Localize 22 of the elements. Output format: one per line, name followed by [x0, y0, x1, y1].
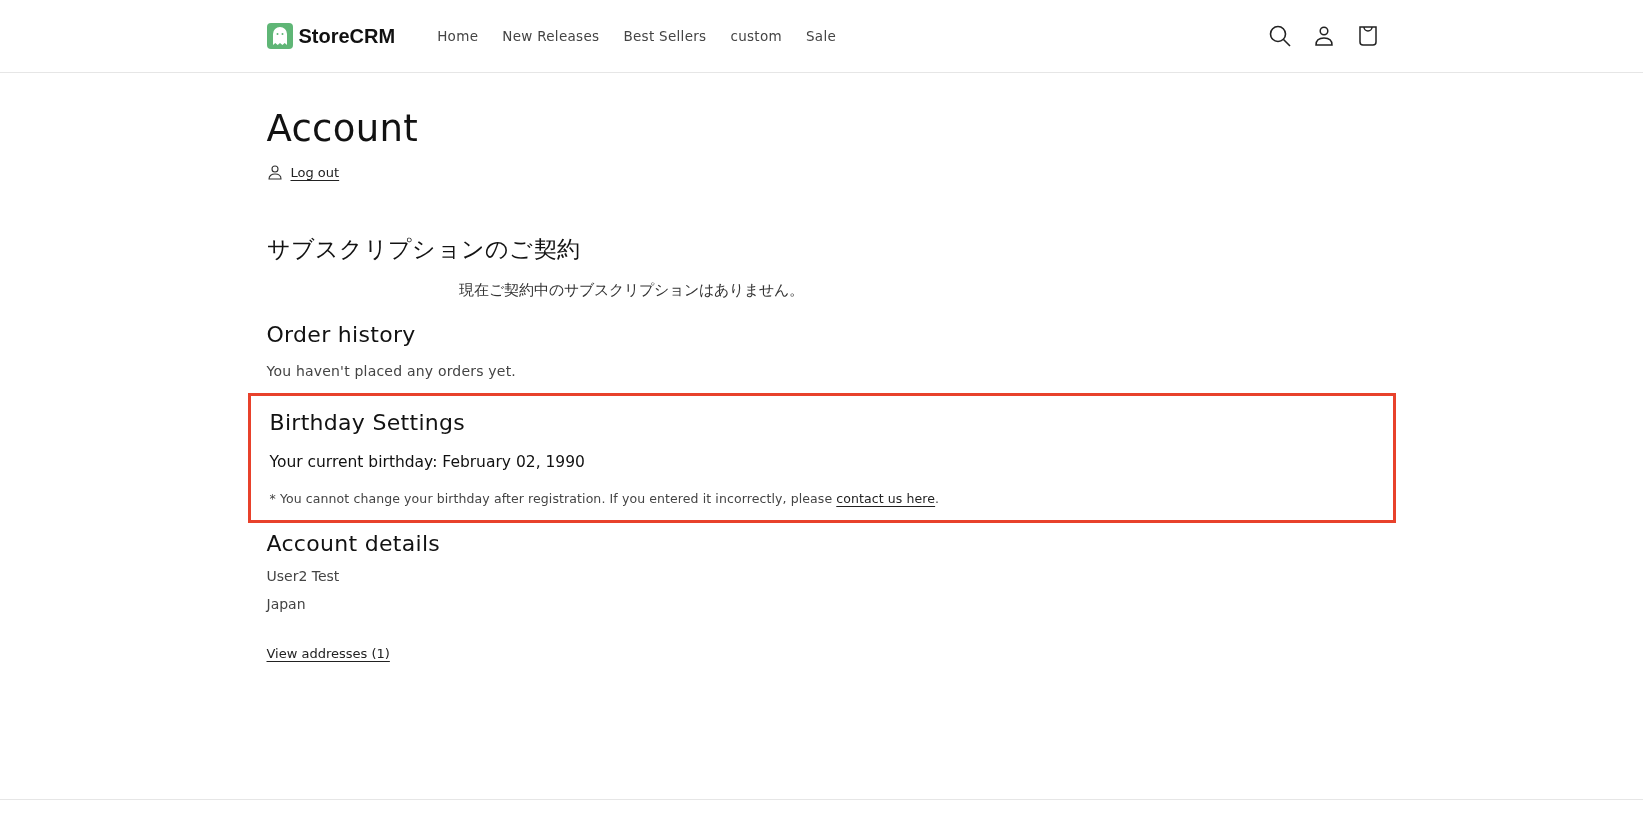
contact-link[interactable]: contact us here: [836, 491, 936, 506]
nav-link[interactable]: Home: [425, 20, 491, 52]
logout-link[interactable]: Log out: [290, 164, 340, 180]
nav-link[interactable]: custom: [718, 20, 794, 52]
section-heading: サブスクリプションのご契約: [266, 235, 582, 264]
section-heading: Order history: [266, 322, 417, 347]
detail-text: Japan: [266, 596, 307, 612]
nav-link[interactable]: New Releases: [490, 20, 612, 52]
page-title: Account: [266, 107, 419, 150]
user-icon: [266, 164, 283, 180]
section-heading: Account details: [266, 531, 442, 556]
empty-message: You haven't placed any orders yet.: [266, 363, 517, 379]
addresses-link[interactable]: View addresses (1): [266, 646, 390, 661]
nav-link[interactable]: Best Sellers: [611, 20, 719, 52]
birthday-text: Your current birthday: February 02, 1990: [269, 453, 586, 471]
empty-message: 現在ご契約中のサブスクリプションはありません。: [459, 281, 804, 299]
detail-text: User2 Test: [266, 568, 341, 584]
note-text: * You cannot change your birthday after registration. If you entered it incorrectly, please contact us here.: [269, 491, 941, 506]
nav-link[interactable]: Sale: [793, 20, 849, 52]
section-heading: Birthday Settings: [269, 410, 467, 435]
ghost-logo-icon: [266, 23, 293, 49]
logo-text[interactable]: StoreCRM: [298, 24, 396, 48]
